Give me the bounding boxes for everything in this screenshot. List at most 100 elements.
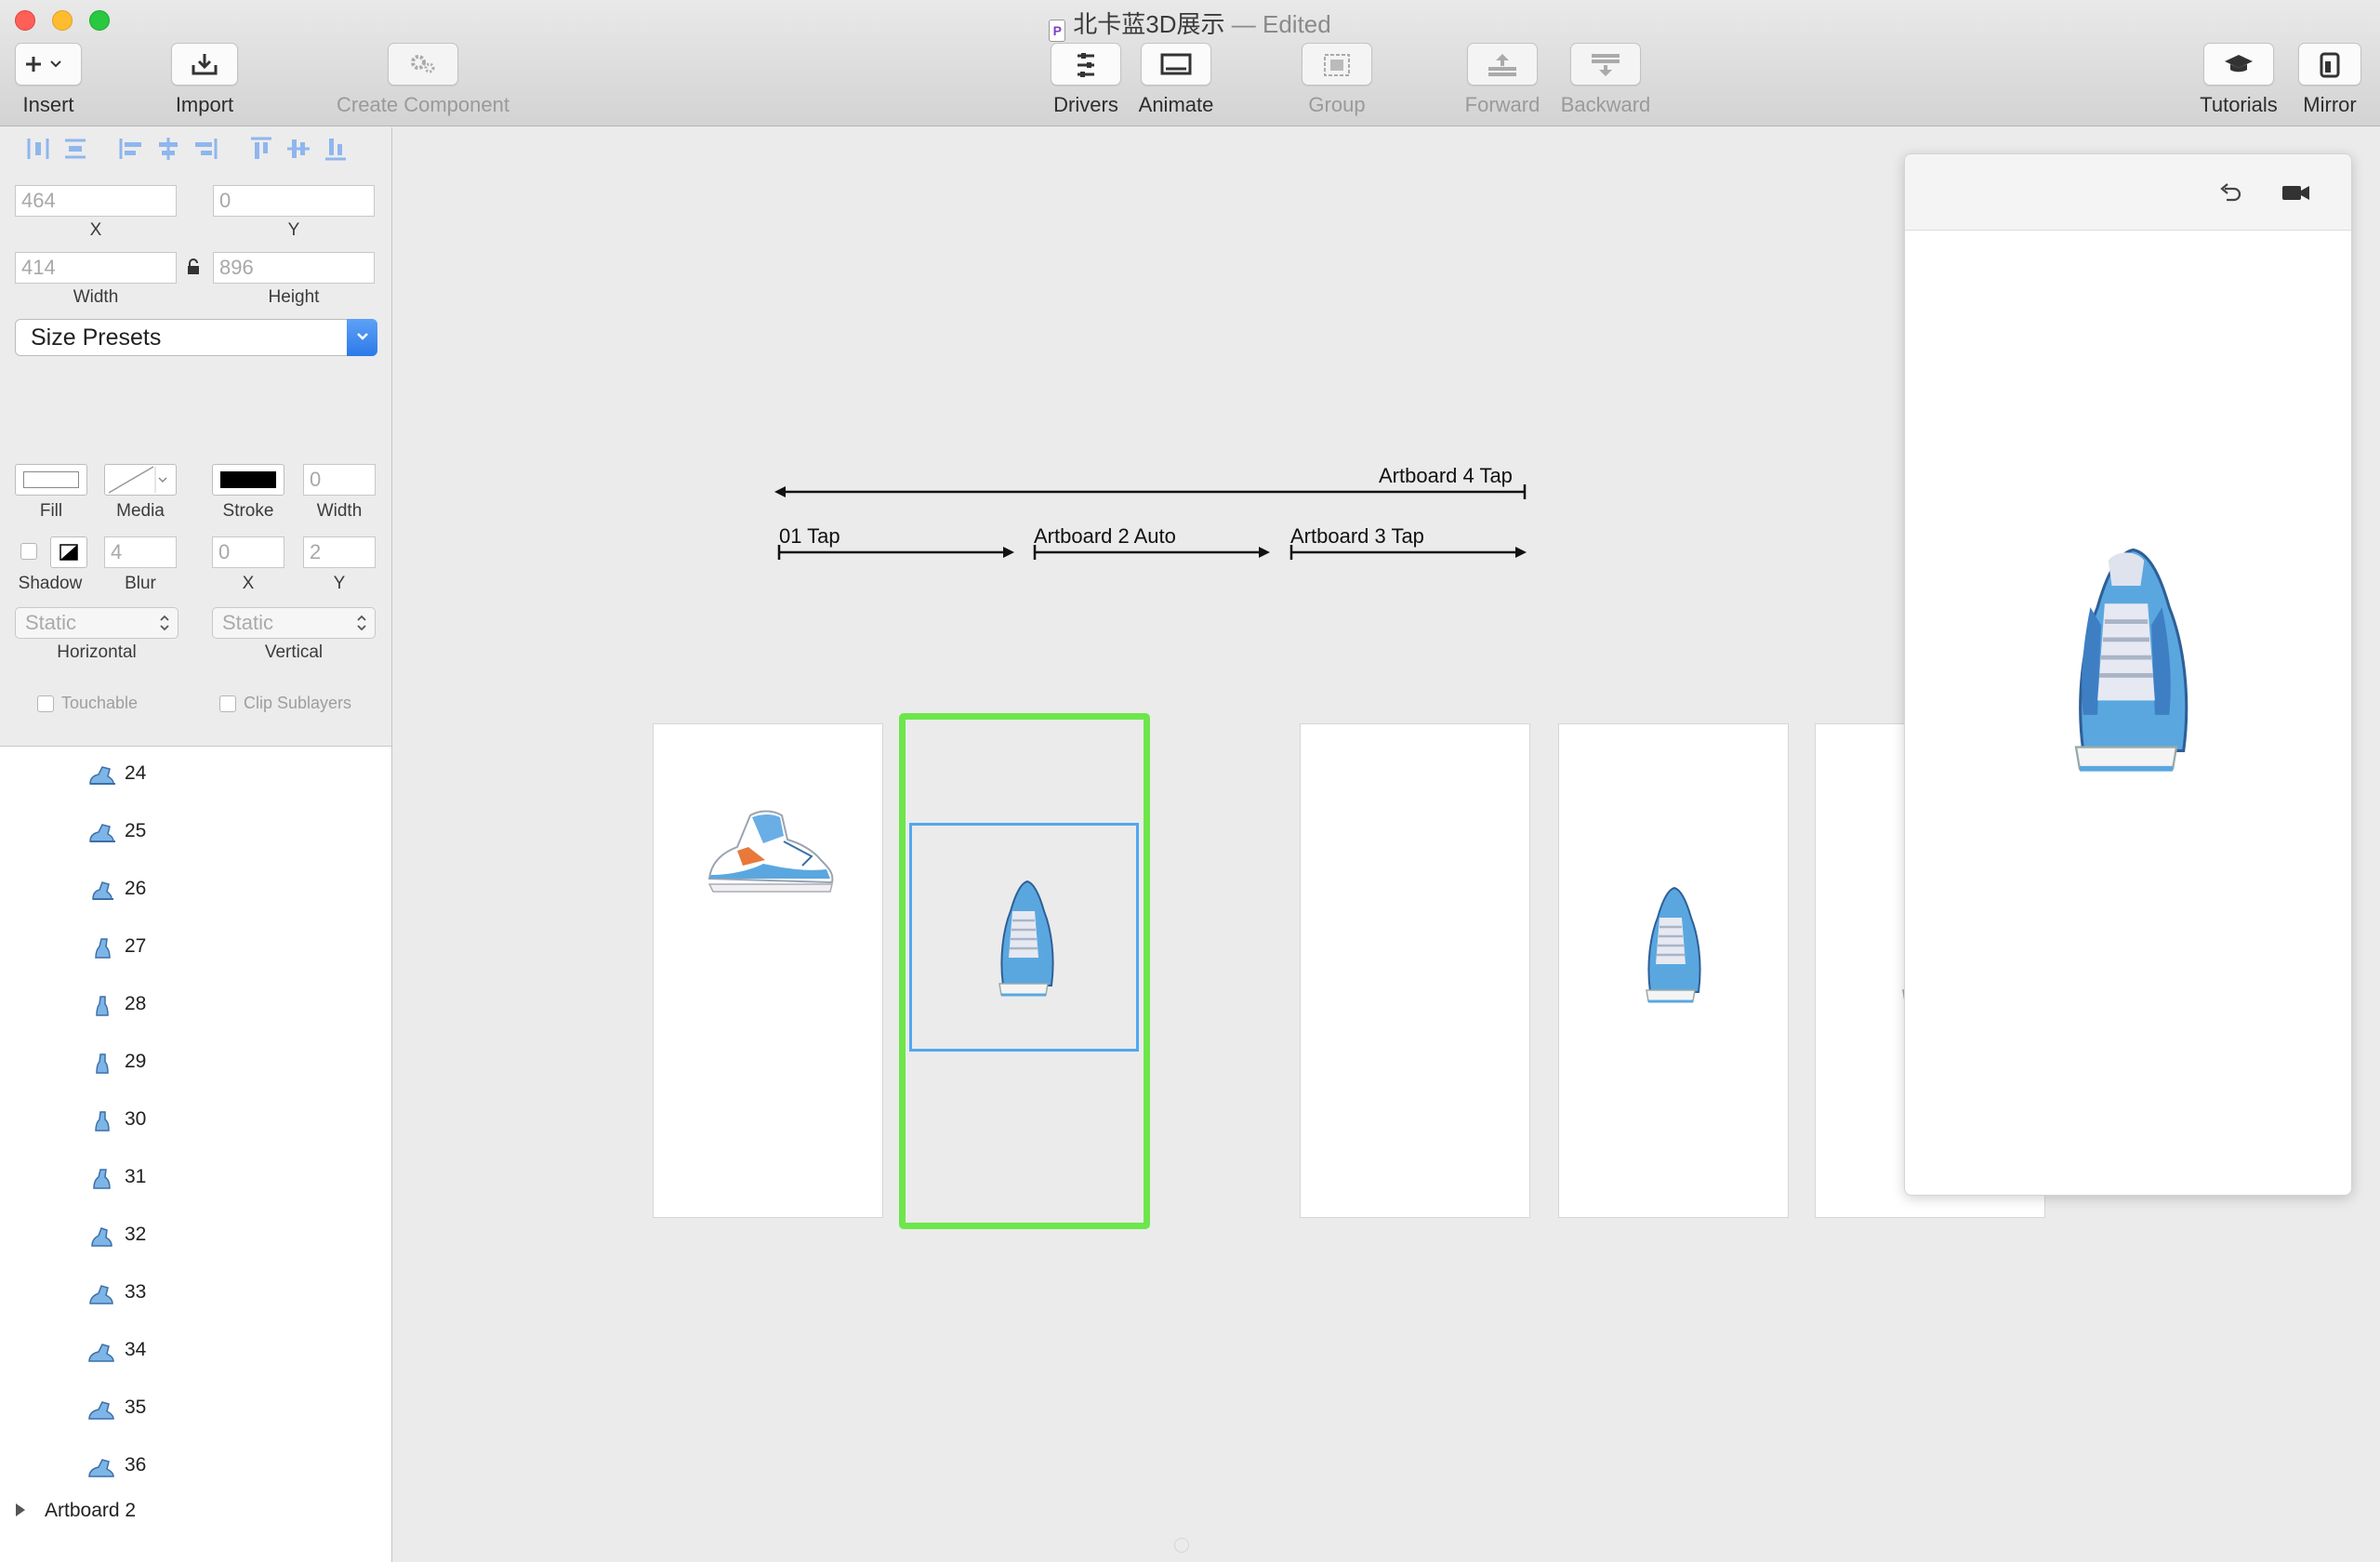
tutorials-tool[interactable]: Tutorials <box>2196 43 2281 117</box>
artboard-3[interactable] <box>1558 723 1789 1218</box>
gears-icon <box>411 55 435 73</box>
animate-icon <box>1160 53 1192 75</box>
layer-group-artboard-2[interactable]: Artboard 2 <box>0 1498 391 1535</box>
layer-name: 24 <box>125 762 147 784</box>
y-field[interactable]: 0 <box>213 185 375 217</box>
create-component-tool[interactable]: Create Component <box>325 43 521 117</box>
import-tool[interactable]: Import <box>167 43 242 117</box>
drivers-tool[interactable]: Drivers <box>1049 43 1123 117</box>
layer-name: 34 <box>125 1339 147 1360</box>
graduation-cap-icon <box>2225 55 2253 73</box>
align-left-icon[interactable] <box>117 135 145 163</box>
canvas[interactable]: Artboard 4 Tap 01 Tap Artboard 2 Auto Ar… <box>393 127 2380 1562</box>
align-bottom-icon[interactable] <box>322 135 350 163</box>
shadow-x-field[interactable]: 0 <box>212 536 284 568</box>
mirror-button[interactable] <box>2298 43 2361 86</box>
fill-label: Fill <box>39 501 63 521</box>
shadow-color-swatch[interactable] <box>50 536 87 568</box>
group-icon <box>1324 54 1350 76</box>
layer-item[interactable]: 36 <box>0 1438 391 1496</box>
import-button[interactable] <box>171 43 238 86</box>
media-label: Media <box>116 501 165 521</box>
group-tool[interactable]: Group <box>1302 43 1372 117</box>
blur-field[interactable]: 4 <box>104 536 177 568</box>
connection-label-1[interactable]: 01 Tap <box>779 524 840 549</box>
backward-button[interactable] <box>1570 43 1641 86</box>
forward-tool[interactable]: Forward <box>1460 43 1545 117</box>
mirror-label: Mirror <box>2303 93 2357 116</box>
insert-label: Insert <box>22 93 74 116</box>
stroke-width-field[interactable]: 0 <box>303 464 376 496</box>
sneaker-front-image <box>998 880 1054 997</box>
clip-sublayers-checkbox[interactable] <box>219 695 236 712</box>
shoe-layer-icon <box>88 1401 114 1420</box>
insert-button[interactable] <box>15 43 82 86</box>
layer-item[interactable]: 29 <box>0 1035 391 1092</box>
layer-item[interactable]: 30 <box>0 1092 391 1150</box>
size-presets-dropdown[interactable]: Size Presets <box>15 319 377 356</box>
sneaker-side-image <box>707 810 834 893</box>
artboard-2[interactable] <box>1300 723 1530 1218</box>
layer-group-name: Artboard 2 <box>45 1500 137 1521</box>
layer-item[interactable]: 31 <box>0 1150 391 1208</box>
layer-item[interactable]: 33 <box>0 1265 391 1323</box>
fill-swatch[interactable] <box>15 464 87 496</box>
distribute-horizontal-icon[interactable] <box>24 135 52 163</box>
toolbar: P 北卡蓝3D展示 — Edited Insert Import Create C… <box>0 0 2380 126</box>
connection-label-2[interactable]: Artboard 2 Auto <box>1034 524 1176 549</box>
tutorials-button[interactable] <box>2203 43 2274 86</box>
horizontal-select[interactable]: Static <box>15 607 178 639</box>
shoe-layer-icon <box>91 1227 112 1247</box>
create-component-button[interactable] <box>388 43 458 86</box>
layer-selection-frame[interactable] <box>909 823 1139 1052</box>
layer-item[interactable]: 25 <box>0 804 391 862</box>
layer-item[interactable]: 35 <box>0 1381 391 1438</box>
group-label: Group <box>1308 93 1366 116</box>
layer-name: 25 <box>125 820 147 841</box>
width-field[interactable]: 414 <box>15 252 177 284</box>
group-button[interactable] <box>1302 43 1372 86</box>
x-label: X <box>89 220 102 240</box>
disclosure-triangle-icon[interactable] <box>13 1502 28 1518</box>
animate-tool[interactable]: Animate <box>1134 43 1218 117</box>
layer-item[interactable]: 34 <box>0 1323 391 1381</box>
align-right-icon[interactable] <box>192 135 219 163</box>
drivers-button[interactable] <box>1051 43 1121 86</box>
forward-button[interactable] <box>1467 43 1538 86</box>
touchable-checkbox[interactable] <box>37 695 54 712</box>
layer-item[interactable]: 26 <box>0 862 391 920</box>
artboard-1[interactable] <box>653 723 883 1218</box>
stroke-swatch[interactable] <box>212 464 284 496</box>
lock-icon[interactable] <box>186 258 201 281</box>
animate-button[interactable] <box>1141 43 1211 86</box>
distribute-vertical-icon[interactable] <box>61 135 89 163</box>
record-video-icon[interactable] <box>2281 182 2312 203</box>
mirror-tool[interactable]: Mirror <box>2293 43 2367 117</box>
insert-tool[interactable]: Insert <box>13 43 84 117</box>
document-name: 北卡蓝3D展示 <box>1073 10 1225 38</box>
connection-label-back[interactable]: Artboard 4 Tap <box>1379 464 1513 488</box>
shoe-layer-icon <box>89 1285 113 1304</box>
import-icon <box>192 54 218 75</box>
layer-item[interactable]: 24 <box>0 747 391 804</box>
shadow-y-field[interactable]: 2 <box>303 536 376 568</box>
x-field[interactable]: 464 <box>15 185 177 217</box>
connection-label-3[interactable]: Artboard 3 Tap <box>1290 524 1424 549</box>
layer-item[interactable]: 32 <box>0 1208 391 1265</box>
align-top-icon[interactable] <box>247 135 275 163</box>
align-middle-vertical-icon[interactable] <box>284 135 312 163</box>
height-field[interactable]: 896 <box>213 252 375 284</box>
backward-tool[interactable]: Backward <box>1554 43 1657 117</box>
align-center-horizontal-icon[interactable] <box>154 135 182 163</box>
drivers-icon <box>1078 53 1094 77</box>
preview-window[interactable] <box>1904 153 2352 1196</box>
layer-item[interactable]: 28 <box>0 977 391 1035</box>
undo-icon[interactable] <box>2219 182 2243 203</box>
vertical-select[interactable]: Static <box>212 607 376 639</box>
blur-label: Blur <box>125 574 156 593</box>
media-swatch[interactable] <box>104 464 177 496</box>
layer-item[interactable]: 27 <box>0 920 391 977</box>
layer-name: 26 <box>125 878 147 899</box>
vertical-label: Vertical <box>264 642 324 662</box>
shadow-checkbox[interactable] <box>20 543 37 560</box>
